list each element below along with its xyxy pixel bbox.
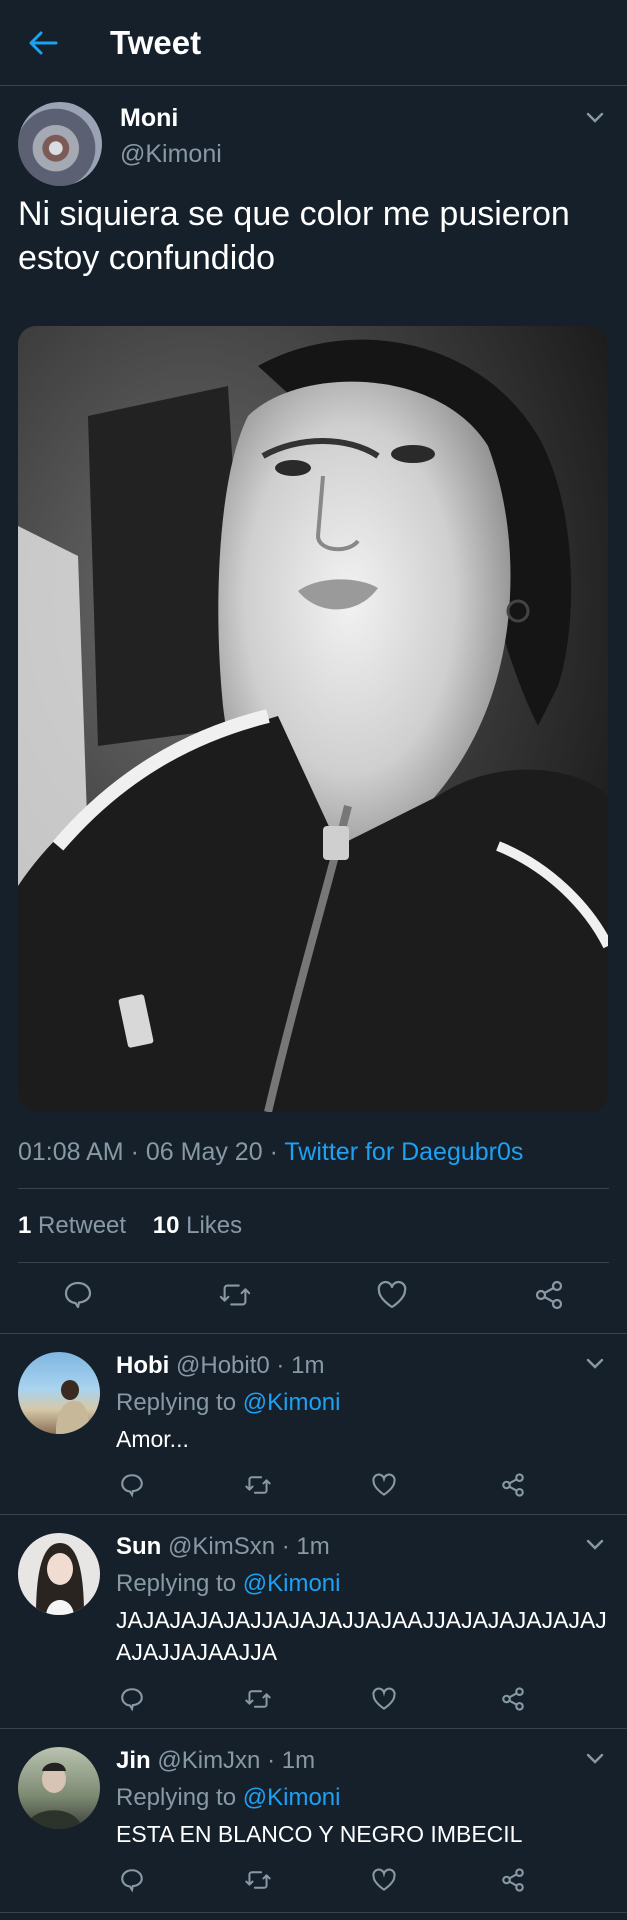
reply-text: JAJAJAJAJAJJAJAJAJJAJAAJJAJAJAJAJAJAJAJA… — [116, 1607, 607, 1665]
tweet-time: 01:08 AM — [18, 1138, 124, 1166]
tweet-photo[interactable] — [18, 326, 608, 1112]
tweet-date: 06 May 20 — [145, 1138, 263, 1166]
retweet-icon[interactable] — [218, 1278, 252, 1312]
replying-to: Replying to @Kimoni — [116, 1570, 340, 1598]
reply-author-handle[interactable]: @KimJxn — [157, 1747, 260, 1774]
share-icon[interactable] — [532, 1278, 566, 1312]
chevron-down-icon[interactable] — [585, 108, 605, 128]
avatar[interactable] — [18, 1533, 100, 1615]
divider — [18, 1262, 609, 1263]
reply-author-handle[interactable]: @KimSxn — [168, 1533, 275, 1560]
meta-separator: · — [130, 1138, 139, 1166]
like-icon[interactable] — [370, 1866, 398, 1894]
reply-item[interactable]: Jin @KimJxn · 1m Replying to @Kimoni EST… — [0, 1729, 627, 1920]
share-icon[interactable] — [499, 1866, 527, 1894]
reply-header: Jin @KimJxn · 1m — [116, 1747, 315, 1775]
avatar[interactable] — [18, 1747, 100, 1829]
chevron-down-icon[interactable] — [585, 1354, 605, 1374]
reply-author-name[interactable]: Hobi — [116, 1352, 169, 1379]
author-handle[interactable]: @Kimoni — [120, 140, 222, 169]
page-title: Tweet — [110, 23, 202, 61]
divider — [0, 1912, 627, 1913]
divider — [18, 1188, 609, 1189]
mention-link[interactable]: @Kimoni — [243, 1784, 341, 1811]
mention-link[interactable]: @Kimoni — [243, 1389, 341, 1416]
reply-item[interactable]: Hobi @Hobit0 · 1m Replying to @Kimoni Am… — [0, 1334, 627, 1514]
meta-separator: · — [281, 1533, 290, 1560]
reply-author-handle[interactable]: @Hobit0 — [176, 1352, 270, 1379]
replying-to: Replying to @Kimoni — [116, 1389, 340, 1417]
tweet-timestamp: 01:08 AM · 06 May 20 · Twitter for Daegu… — [18, 1138, 523, 1167]
reply-time: 1m — [296, 1533, 330, 1560]
like-count: 10 — [152, 1212, 180, 1239]
avatar[interactable] — [18, 1352, 100, 1434]
tweet-actions — [0, 1266, 627, 1326]
reply-item[interactable]: Sun @KimSxn · 1m Replying to @Kimoni JAJ… — [0, 1515, 627, 1728]
replying-label: Replying to — [116, 1784, 237, 1811]
author-name[interactable]: Moni — [120, 104, 178, 133]
share-icon[interactable] — [499, 1471, 527, 1499]
reply-icon[interactable] — [118, 1866, 146, 1894]
reply-header: Sun @KimSxn · 1m — [116, 1533, 330, 1561]
like-icon[interactable] — [370, 1685, 398, 1713]
chevron-down-icon[interactable] — [585, 1535, 605, 1555]
like-icon[interactable] — [370, 1471, 398, 1499]
reply-icon[interactable] — [118, 1685, 146, 1713]
replying-to: Replying to @Kimoni — [116, 1784, 340, 1812]
reply-text: ESTA EN BLANCO Y NEGRO IMBECIL — [116, 1821, 523, 1847]
reply-text: Amor... — [116, 1426, 189, 1452]
replying-label: Replying to — [116, 1570, 237, 1597]
meta-separator: · — [276, 1352, 285, 1379]
meta-separator: · — [267, 1747, 276, 1774]
reply-header: Hobi @Hobit0 · 1m — [116, 1352, 324, 1380]
like-label: Likes — [186, 1212, 243, 1239]
replying-label: Replying to — [116, 1389, 237, 1416]
reply-icon[interactable] — [118, 1471, 146, 1499]
reply-author-name[interactable]: Sun — [116, 1533, 161, 1560]
tweet-text: Ni siquiera se que color me pusieron est… — [18, 195, 570, 277]
avatar[interactable] — [18, 102, 102, 186]
retweet-icon[interactable] — [244, 1471, 272, 1499]
retweet-stat[interactable]: 1 Retweet — [18, 1212, 126, 1239]
like-icon[interactable] — [375, 1278, 409, 1312]
reply-author-name[interactable]: Jin — [116, 1747, 151, 1774]
like-stat[interactable]: 10 Likes — [153, 1212, 242, 1239]
back-arrow-icon[interactable] — [24, 24, 62, 62]
retweet-label: Retweet — [38, 1212, 127, 1239]
top-bar: Tweet — [0, 0, 627, 86]
tweet-source-link[interactable]: Twitter for Daegubr0s — [284, 1138, 523, 1166]
tweet-author: Moni @Kimoni — [0, 86, 627, 190]
reply-time: 1m — [291, 1352, 325, 1379]
retweet-icon[interactable] — [244, 1866, 272, 1894]
retweet-icon[interactable] — [244, 1685, 272, 1713]
retweet-count: 1 — [18, 1212, 32, 1239]
reply-icon[interactable] — [61, 1278, 95, 1312]
mention-link[interactable]: @Kimoni — [243, 1570, 341, 1597]
reply-time: 1m — [281, 1747, 316, 1774]
share-icon[interactable] — [499, 1685, 527, 1713]
chevron-down-icon[interactable] — [585, 1749, 605, 1769]
tweet-stats: 1 Retweet 10 Likes — [18, 1212, 242, 1240]
meta-separator: · — [269, 1138, 278, 1166]
